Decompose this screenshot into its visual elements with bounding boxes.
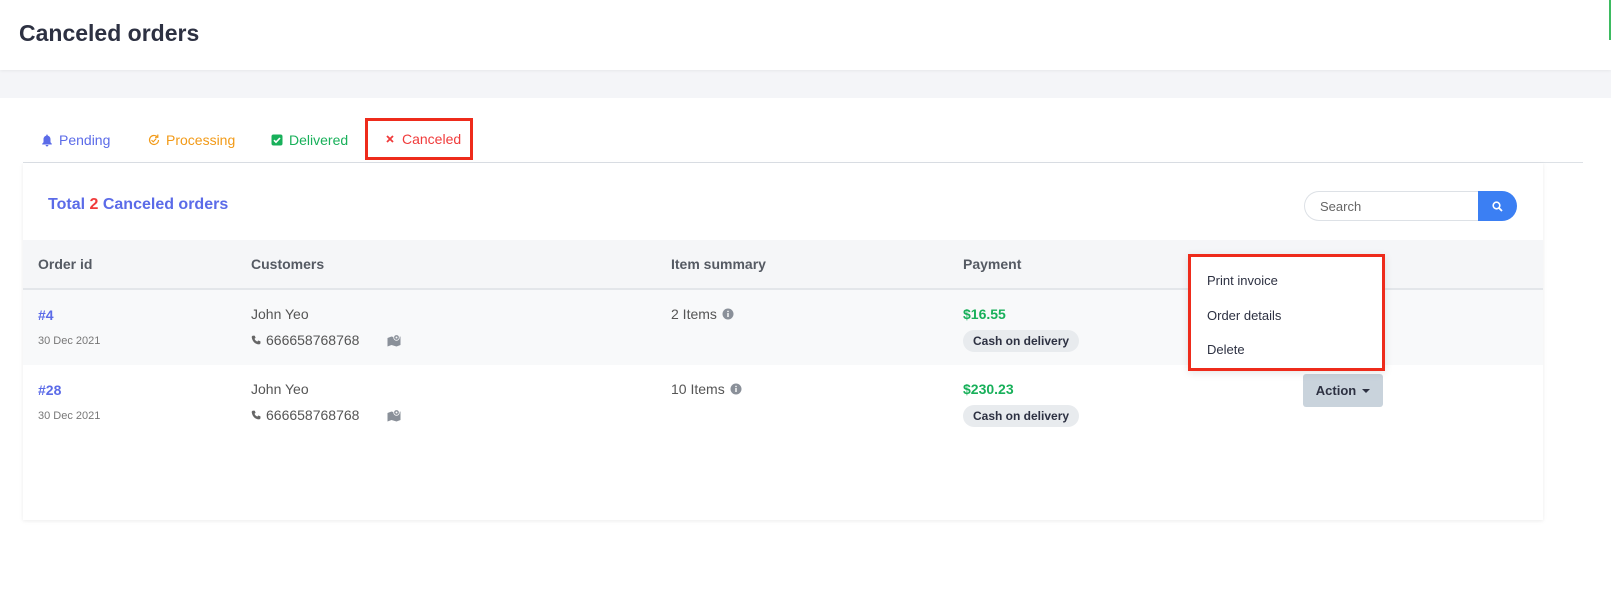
page-title: Canceled orders: [19, 20, 200, 46]
customer-phone: 666658768768: [251, 407, 359, 423]
refresh-icon: [147, 133, 161, 147]
table-row: #28 30 Dec 2021 John Yeo 666658768768 10…: [23, 365, 1543, 440]
tab-canceled-label: Canceled: [402, 131, 462, 147]
column-item-summary: Item summary: [671, 256, 766, 272]
payment-amount: $230.23: [963, 381, 1014, 397]
search-box: [1304, 191, 1517, 221]
tab-pending[interactable]: Pending: [40, 118, 110, 162]
tab-delivered-label: Delivered: [289, 132, 349, 148]
column-customers: Customers: [251, 256, 325, 272]
menu-item-order-details[interactable]: Order details: [1207, 308, 1281, 323]
menu-item-print-invoice[interactable]: Print invoice: [1207, 273, 1278, 288]
column-order-id: Order id: [38, 256, 93, 272]
menu-item-delete[interactable]: Delete: [1207, 342, 1245, 357]
payment-method-badge: Cash on delivery: [963, 405, 1080, 427]
bell-icon: [40, 133, 54, 147]
item-summary: 10 Items: [671, 381, 742, 397]
item-count: 10 Items: [671, 381, 725, 397]
info-icon[interactable]: [722, 308, 734, 320]
total-count: 2: [89, 196, 99, 213]
order-date: 30 Dec 2021: [38, 335, 101, 347]
top-bar: Canceled orders: [0, 0, 1611, 70]
orders-total: Total 2 Canceled orders: [48, 196, 228, 214]
search-icon: [1492, 200, 1503, 212]
search-input[interactable]: [1304, 191, 1479, 221]
order-id-link[interactable]: #28: [38, 382, 61, 398]
phone-icon: [251, 410, 262, 421]
tab-delivered[interactable]: Delivered: [270, 118, 348, 162]
map-icon[interactable]: [387, 409, 402, 427]
search-button[interactable]: [1478, 191, 1517, 221]
map-icon[interactable]: [387, 334, 402, 352]
total-prefix: Total: [48, 196, 86, 213]
payment-amount: $16.55: [963, 306, 1006, 322]
column-payment: Payment: [963, 256, 1022, 272]
total-suffix: Canceled orders: [102, 196, 229, 213]
item-count: 2 Items: [671, 306, 717, 322]
phone-number: 666658768768: [266, 332, 360, 348]
customer-name: John Yeo: [251, 381, 309, 397]
customer-name: John Yeo: [251, 306, 309, 322]
info-icon[interactable]: [730, 383, 742, 395]
status-tabs: Pending Processing Delivered Canceled: [23, 118, 1583, 163]
item-summary: 2 Items: [671, 306, 734, 322]
tab-processing[interactable]: Processing: [147, 118, 235, 162]
phone-number: 666658768768: [266, 407, 360, 423]
customer-phone: 666658768768: [251, 332, 359, 348]
action-button[interactable]: Action: [1303, 374, 1383, 407]
tab-pending-label: Pending: [59, 132, 111, 148]
payment-method-badge: Cash on delivery: [963, 330, 1080, 352]
action-label: Action: [1315, 383, 1357, 398]
action-dropdown-menu: Print invoice Order details Delete: [1188, 254, 1385, 371]
close-icon: [383, 132, 397, 146]
tab-processing-label: Processing: [166, 132, 236, 148]
order-id-link[interactable]: #4: [38, 307, 54, 323]
order-date: 30 Dec 2021: [38, 410, 101, 422]
tab-canceled[interactable]: Canceled: [365, 118, 473, 160]
phone-icon: [251, 335, 262, 346]
caret-down-icon: [1362, 388, 1371, 393]
check-square-icon: [270, 133, 284, 147]
